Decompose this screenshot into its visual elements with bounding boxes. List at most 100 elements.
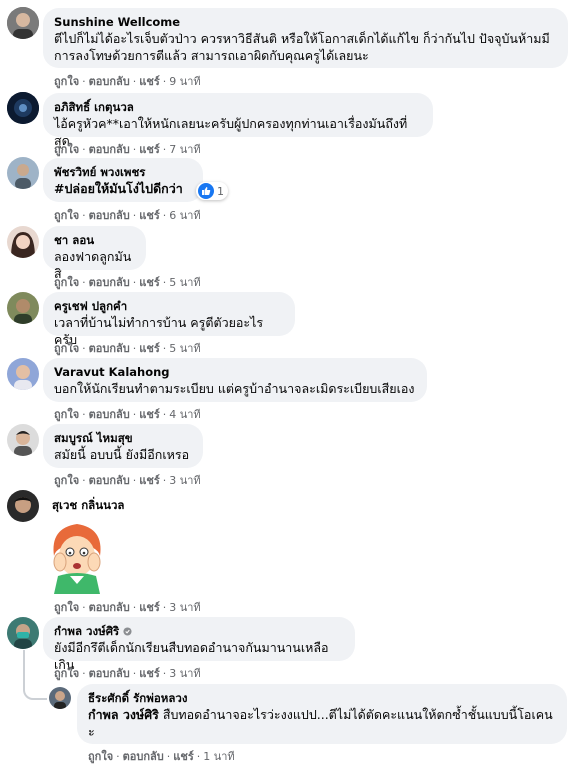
comment-author[interactable]: อภิสิทธิ์ เกตุนวล — [54, 100, 422, 115]
comment-bubble: ครูเชฟ ปลูกคำ เวลาที่บ้านไม่ทำการบ้าน คร… — [43, 292, 295, 347]
user-photo-icon — [7, 92, 39, 124]
reply-link[interactable]: ตอบกลับ — [123, 750, 164, 763]
reply-link[interactable]: ตอบกลับ — [89, 474, 130, 487]
share-link[interactable]: แชร์ — [139, 474, 159, 487]
user-photo-icon — [7, 226, 39, 258]
comment-author[interactable]: ครูเชฟ ปลูกคำ — [54, 299, 284, 314]
comment-bubble: Varavut Kalahong บอกให้นักเรียนทำตามระเบ… — [43, 358, 427, 402]
avatar[interactable] — [49, 687, 71, 709]
comment-time[interactable]: 3 นาที — [169, 474, 200, 487]
share-link[interactable]: แชร์ — [139, 276, 159, 289]
avatar[interactable] — [7, 490, 39, 522]
comment-time[interactable]: 6 นาที — [169, 209, 200, 222]
comment-bubble: Sunshine Wellcome ตีไปก็ไม่ได้อะไรเจ็บตั… — [43, 8, 568, 68]
share-link[interactable]: แชร์ — [173, 750, 193, 763]
user-photo-icon — [7, 358, 39, 390]
like-reaction-icon — [198, 183, 214, 199]
like-link[interactable]: ถูกใจ — [54, 601, 79, 614]
avatar[interactable] — [7, 358, 39, 390]
like-link[interactable]: ถูกใจ — [54, 75, 79, 88]
comment-time[interactable]: 5 นาที — [169, 276, 200, 289]
comment-author[interactable]: กำพล วงษ์ศิริ — [54, 624, 344, 639]
worried-woman-sticker-icon — [53, 524, 101, 594]
avatar[interactable] — [7, 7, 39, 39]
comment-bubble: อภิสิทธิ์ เกตุนวล ไอ้ครูหัวค**เอาให้หนัก… — [43, 93, 433, 148]
comment-author[interactable]: พัชรวิทย์ พวงเพชร — [54, 165, 192, 180]
comment-text: สมัยนี้ อบบนี้ ยังมีอีกเหรอ — [54, 447, 190, 462]
reaction-count: 1 — [217, 184, 224, 198]
reply-link[interactable]: ตอบกลับ — [89, 209, 130, 222]
mention-link[interactable]: กำพล วงษ์ศิริ — [88, 707, 159, 722]
comment-actions: ถูกใจ · ตอบกลับ · แชร์ · 4 นาที — [54, 408, 201, 421]
like-link[interactable]: ถูกใจ — [54, 276, 79, 289]
share-link[interactable]: แชร์ — [139, 601, 159, 614]
comment-author[interactable]: Sunshine Wellcome — [54, 15, 557, 30]
comment-actions: ถูกใจ · ตอบกลับ · แชร์ · 1 นาที — [88, 750, 235, 763]
comment-actions: ถูกใจ · ตอบกลับ · แชร์ · 5 นาที — [54, 276, 201, 289]
comment-bubble: ธีระศักดิ์ รักพ่อหลวง กำพล วงษ์ศิริ สืบท… — [77, 684, 567, 744]
comment-author[interactable]: สมบูรณ์ ไหมสุข — [54, 431, 192, 446]
share-link[interactable]: แชร์ — [139, 342, 159, 355]
comment-text: ตีไปก็ไม่ได้อะไรเจ็บตัวป่าว ควรหาวิธีสัน… — [54, 31, 550, 63]
reply-thread-line — [23, 650, 47, 700]
comment-time[interactable]: 3 นาที — [169, 667, 200, 680]
share-link[interactable]: แชร์ — [139, 75, 159, 88]
comment-author[interactable]: ธีระศักดิ์ รักพ่อหลวง — [88, 691, 556, 706]
avatar[interactable] — [7, 617, 39, 649]
comment-actions: ถูกใจ · ตอบกลับ · แชร์ · 5 นาที — [54, 342, 201, 355]
comment-actions: ถูกใจ · ตอบกลับ · แชร์ · 9 นาที — [54, 75, 201, 88]
comment-author[interactable]: สุเวช กลิ่นนวล — [52, 498, 124, 513]
share-link[interactable]: แชร์ — [139, 408, 159, 421]
user-photo-icon — [49, 687, 71, 709]
comment-text: กำพล วงษ์ศิริ สืบทอดอำนาจอะไรว่ะงงแปป...… — [88, 707, 553, 739]
share-link[interactable]: แชร์ — [139, 209, 159, 222]
like-link[interactable]: ถูกใจ — [88, 750, 113, 763]
reply-link[interactable]: ตอบกลับ — [89, 667, 130, 680]
reaction-badge[interactable]: 1 — [196, 182, 228, 200]
reply-link[interactable]: ตอบกลับ — [89, 601, 130, 614]
user-photo-icon — [7, 424, 39, 456]
avatar[interactable] — [7, 157, 39, 189]
comment-bubble: พัชรวิทย์ พวงเพชร #ปล่อยให้มันโง่ไปดีกว่… — [43, 158, 203, 202]
comment-time[interactable]: 1 นาที — [203, 750, 234, 763]
sticker[interactable] — [48, 518, 106, 594]
user-photo-icon — [7, 617, 39, 649]
comment-actions: ถูกใจ · ตอบกลับ · แชร์ · 3 นาที — [54, 601, 201, 614]
comment-bubble: ชา ลอน ลองฟาดลูกมันสิ — [43, 226, 146, 281]
avatar[interactable] — [7, 92, 39, 124]
avatar[interactable] — [7, 226, 39, 258]
comment-text: #ปล่อยให้มันโง่ไปดีกว่า — [54, 181, 183, 196]
comment-time[interactable]: 5 นาที — [169, 342, 200, 355]
avatar[interactable] — [7, 424, 39, 456]
like-link[interactable]: ถูกใจ — [54, 667, 79, 680]
reply-link[interactable]: ตอบกลับ — [89, 75, 130, 88]
share-link[interactable]: แชร์ — [139, 667, 159, 680]
like-link[interactable]: ถูกใจ — [54, 408, 79, 421]
user-photo-icon — [7, 490, 39, 522]
comment-time[interactable]: 9 นาที — [169, 75, 200, 88]
user-photo-icon — [7, 292, 39, 324]
comment-actions: ถูกใจ · ตอบกลับ · แชร์ · 6 นาที — [54, 209, 201, 222]
comment-author[interactable]: ชา ลอน — [54, 233, 135, 248]
comment-time[interactable]: 3 นาที — [169, 601, 200, 614]
comment-bubble: สมบูรณ์ ไหมสุข สมัยนี้ อบบนี้ ยังมีอีกเห… — [43, 424, 203, 468]
share-link[interactable]: แชร์ — [139, 143, 159, 156]
reply-link[interactable]: ตอบกลับ — [89, 408, 130, 421]
reply-link[interactable]: ตอบกลับ — [89, 143, 130, 156]
comment-actions: ถูกใจ · ตอบกลับ · แชร์ · 7 นาที — [54, 143, 201, 156]
comment-actions: ถูกใจ · ตอบกลับ · แชร์ · 3 นาที — [54, 667, 201, 680]
like-link[interactable]: ถูกใจ — [54, 143, 79, 156]
avatar[interactable] — [7, 292, 39, 324]
verified-badge-icon — [123, 627, 132, 636]
like-link[interactable]: ถูกใจ — [54, 209, 79, 222]
like-link[interactable]: ถูกใจ — [54, 342, 79, 355]
user-photo-icon — [7, 157, 39, 189]
reply-link[interactable]: ตอบกลับ — [89, 342, 130, 355]
comment-time[interactable]: 7 นาที — [169, 143, 200, 156]
comment-author[interactable]: Varavut Kalahong — [54, 365, 416, 380]
like-link[interactable]: ถูกใจ — [54, 474, 79, 487]
comment-time[interactable]: 4 นาที — [169, 408, 200, 421]
reply-link[interactable]: ตอบกลับ — [89, 276, 130, 289]
comment-bubble: กำพล วงษ์ศิริ ยังมีอีกรึตีเด็กนักเรียนสื… — [43, 617, 355, 672]
comment-actions: ถูกใจ · ตอบกลับ · แชร์ · 3 นาที — [54, 474, 201, 487]
